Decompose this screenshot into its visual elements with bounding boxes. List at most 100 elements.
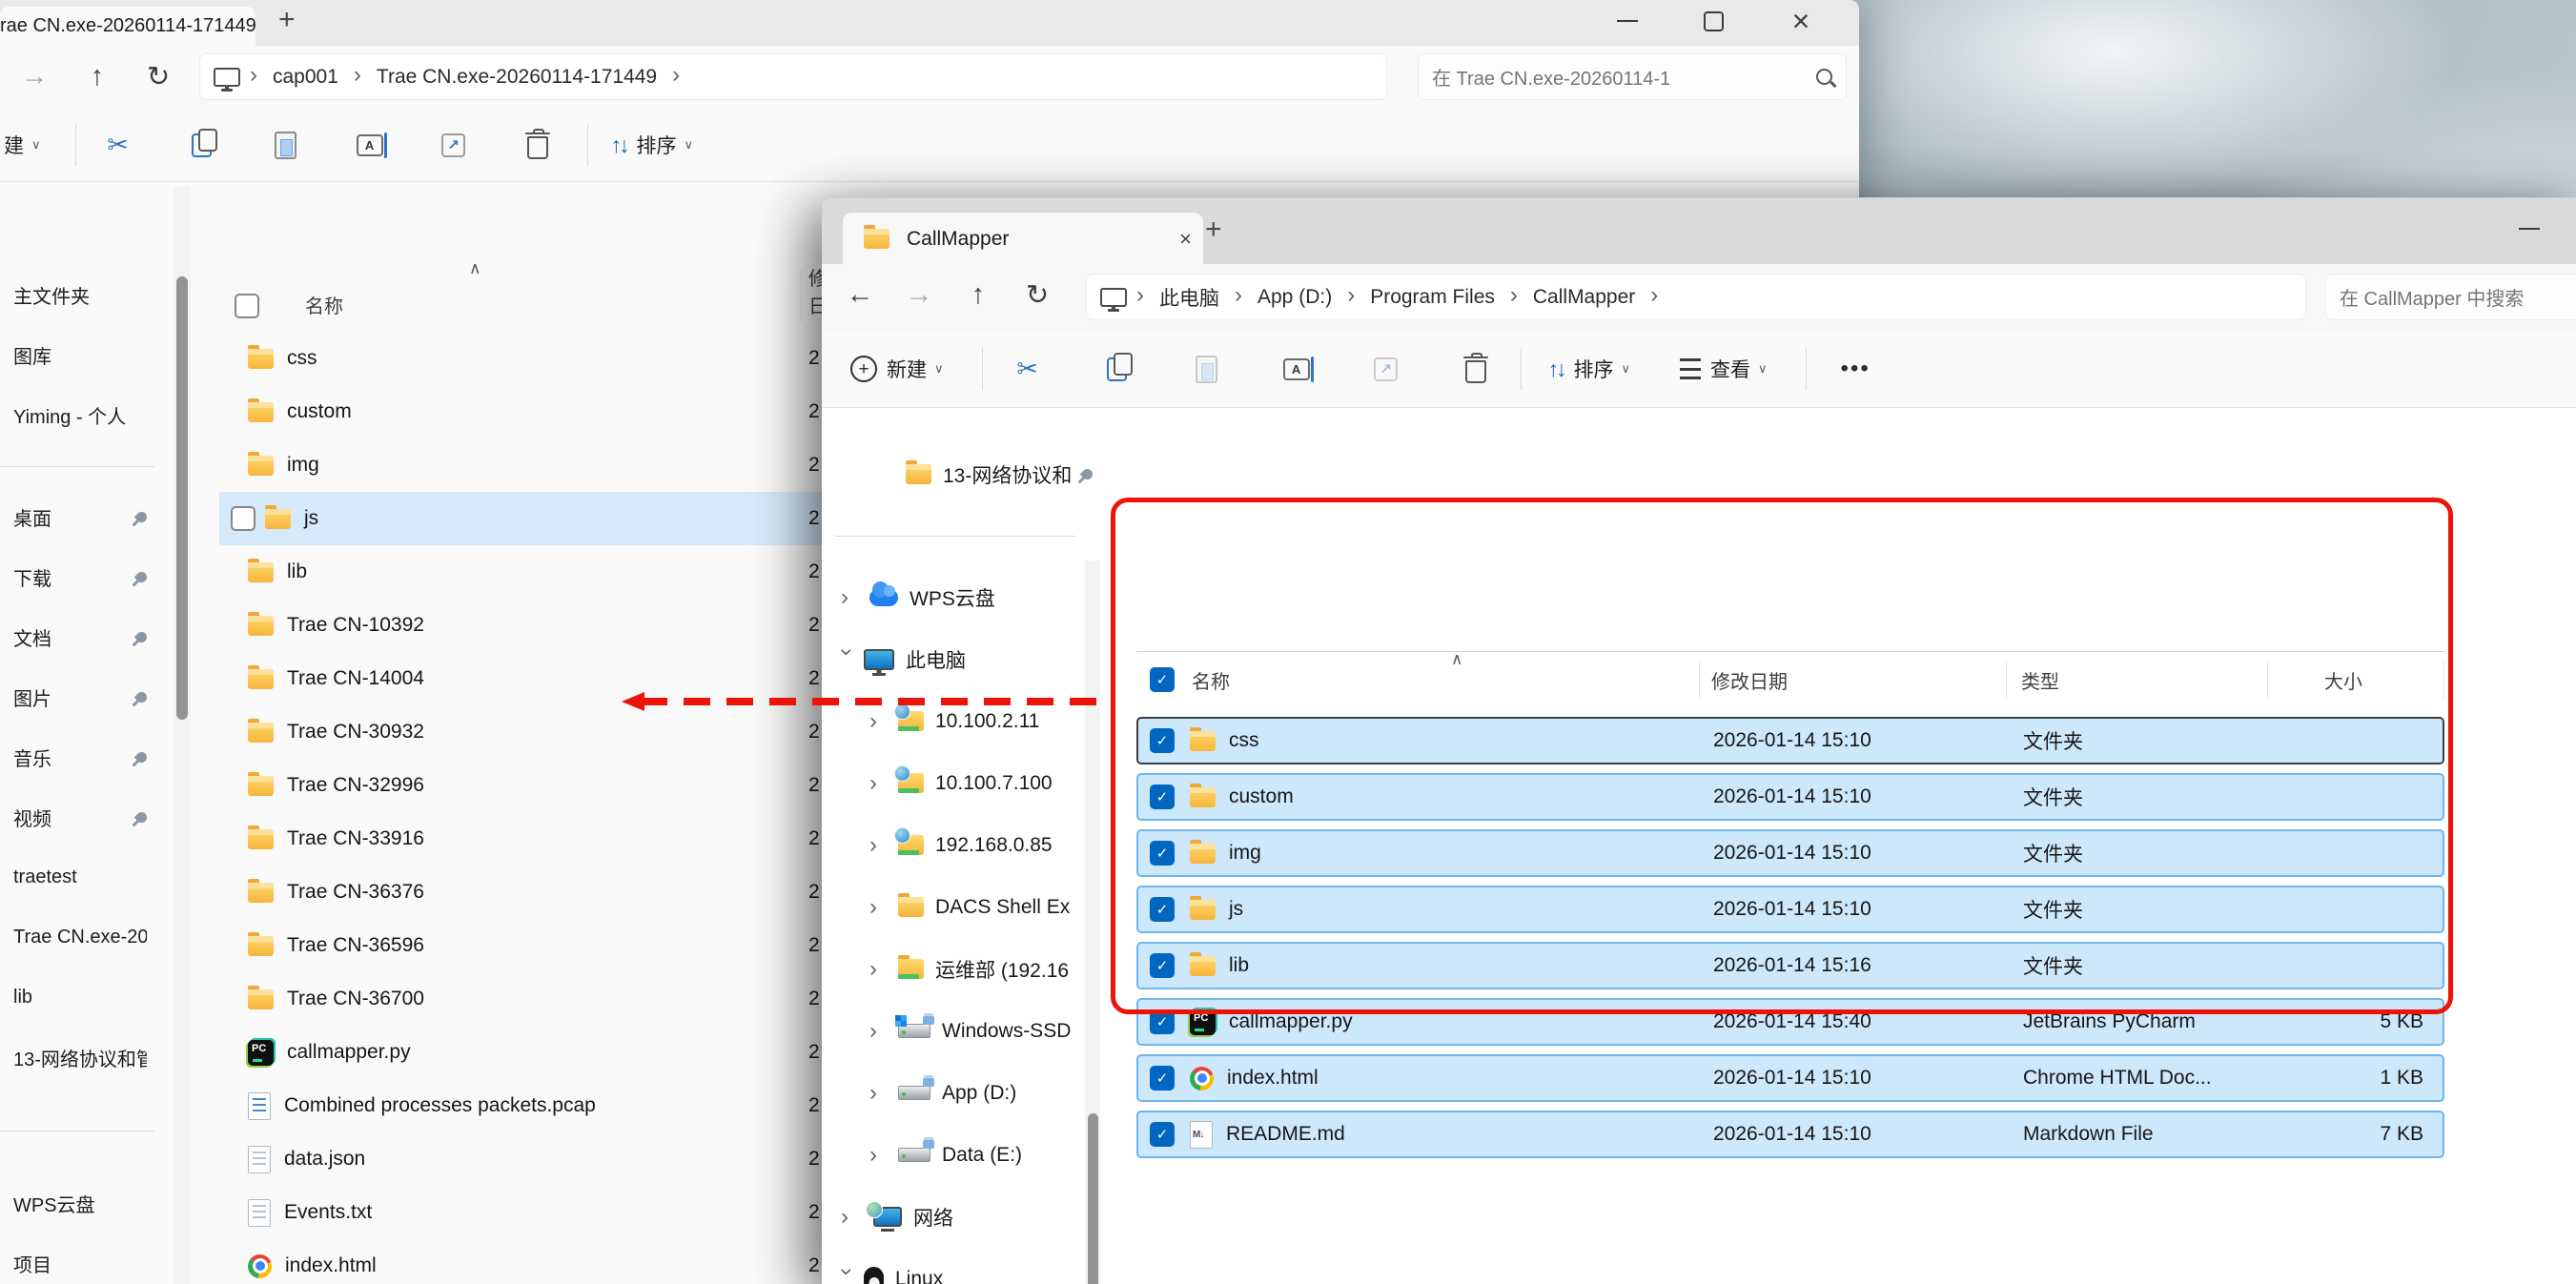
forward-button[interactable]: → (898, 274, 940, 316)
copy-button[interactable] (1073, 357, 1162, 381)
tree-item[interactable]: DACS Shell Ex (822, 876, 1100, 938)
file-row[interactable]: Events.txt 2 (219, 1186, 848, 1239)
paste-button[interactable] (1162, 356, 1252, 383)
sidebar-item[interactable] (0, 1088, 172, 1173)
address-bar[interactable]: › cap001 › Trae CN.exe-20260114-171449 › (200, 54, 1386, 99)
chevron-icon[interactable] (869, 1020, 898, 1043)
tree-item[interactable]: 192.168.0.85 (822, 814, 1100, 876)
tree-item[interactable]: WPS云盘 (822, 566, 1100, 628)
sidebar-item[interactable]: 下载 (0, 547, 172, 607)
more-options-button[interactable]: ••• (1841, 356, 1871, 382)
cut-button[interactable]: ✂ (983, 355, 1073, 384)
sidebar-item[interactable]: lib (0, 968, 172, 1028)
row-checkbox[interactable] (231, 506, 256, 531)
back-button[interactable]: ← (839, 274, 881, 316)
search-box[interactable]: 在 Trae CN.exe-20260114-1 (1419, 54, 1846, 99)
chevron-icon[interactable] (835, 648, 858, 671)
tab-callmapper[interactable]: CallMapper × (843, 213, 1203, 265)
up-button[interactable]: ↑ (76, 55, 118, 97)
tree-item[interactable]: Data (E:) (822, 1124, 1100, 1186)
paste-button[interactable] (244, 132, 328, 159)
search-box[interactable]: 在 CallMapper 中搜索 (2326, 275, 2576, 319)
refresh-button[interactable]: ↻ (137, 55, 179, 97)
view-button[interactable]: 查看 ∨ (1680, 355, 1768, 383)
copy-button[interactable] (160, 133, 244, 157)
file-row[interactable]: Trae CN-36376 2 (219, 866, 848, 919)
sidebar-item[interactable]: 视频 (0, 787, 172, 847)
share-button[interactable]: ↗ (412, 133, 496, 157)
sidebar-item[interactable]: 主文件夹 (0, 265, 172, 325)
file-row[interactable]: Trae CN-33916 2 (219, 812, 848, 866)
tree-item[interactable]: 网络 (822, 1186, 1100, 1248)
breadcrumb-callmapper[interactable]: CallMapper (1527, 286, 1641, 309)
delete-button[interactable] (1431, 356, 1521, 383)
sidebar-item[interactable]: 音乐 (0, 727, 172, 787)
sidebar-item[interactable]: 项目 (0, 1233, 172, 1284)
tree-item[interactable]: 此电脑 (822, 628, 1100, 690)
up-button[interactable]: ↑ (957, 274, 999, 316)
rename-button[interactable]: A (328, 134, 412, 156)
file-row[interactable]: data.json 2 (219, 1132, 848, 1186)
rename-button[interactable]: A (1252, 358, 1341, 380)
cut-button[interactable]: ✂ (76, 131, 160, 160)
file-row[interactable]: Trae CN-32996 2 (219, 759, 848, 812)
file-row[interactable]: Trae CN-10392 2 (219, 599, 848, 652)
breadcrumb-app-d[interactable]: App (D:) (1252, 286, 1338, 309)
forward-button[interactable]: → (13, 55, 55, 97)
sort-button[interactable]: ↑↓ 排序 ∨ (611, 131, 694, 159)
new-tab-button[interactable]: + (278, 4, 296, 36)
breadcrumb-program-files[interactable]: Program Files (1364, 286, 1501, 309)
scrollbar-thumb[interactable] (1088, 1113, 1098, 1284)
new-tab-button[interactable]: + (1205, 214, 1222, 246)
chevron-icon[interactable] (869, 958, 898, 981)
file-row[interactable]: callmapper.py 2 (219, 1026, 848, 1079)
row-checkbox[interactable] (1150, 1122, 1175, 1147)
chevron-icon[interactable] (869, 1144, 898, 1167)
file-row[interactable]: Trae CN-30932 2 (219, 705, 848, 759)
address-bar[interactable]: › 此电脑 › App (D:) › Program Files › CallM… (1087, 275, 2305, 319)
minimize-button[interactable] (2507, 208, 2551, 250)
file-row[interactable]: index.html 2026-01-14 15:10 Chrome HTML … (1136, 1054, 2444, 1102)
file-row[interactable]: Trae CN-36700 2 (219, 972, 848, 1026)
sidebar-item[interactable]: 文档 (0, 607, 172, 667)
sidebar-item[interactable] (0, 445, 172, 487)
file-row[interactable]: Combined processes packets.pcap 2 (219, 1079, 848, 1132)
tab-trae[interactable]: rae CN.exe-20260114-171449 × (0, 7, 256, 46)
breadcrumb-this-pc[interactable]: 此电脑 (1154, 283, 1225, 312)
tree-scrollbar[interactable] (1085, 560, 1100, 1284)
new-button[interactable]: 建 ∨ (4, 131, 41, 159)
tab-close-icon[interactable]: × (1179, 229, 1192, 250)
tree-item[interactable]: 运维部 (192.16 (822, 938, 1100, 1000)
file-row[interactable]: js 2 (219, 492, 848, 545)
maximize-button[interactable] (1691, 0, 1735, 42)
file-row[interactable]: Trae CN-36596 2 (219, 919, 848, 972)
file-row[interactable]: README.md 2026-01-14 15:10 Markdown File… (1136, 1111, 2444, 1158)
sidebar-item[interactable]: Trae CN.exe-20 (0, 907, 172, 968)
tree-item[interactable] (822, 505, 1100, 566)
new-button[interactable]: + 新建 ∨ (850, 355, 944, 383)
sidebar-item[interactable]: 桌面 (0, 487, 172, 547)
sidebar-item[interactable]: 图片 (0, 667, 172, 727)
sidebar-item[interactable]: traetest (0, 847, 172, 907)
tree-item[interactable]: 13-网络协议和 (822, 443, 1100, 505)
file-row[interactable]: img 2 (219, 438, 848, 492)
tree-item[interactable]: App (D:) (822, 1062, 1100, 1124)
name-column-header[interactable]: 名称 (305, 291, 343, 318)
select-all-checkbox[interactable] (235, 294, 259, 318)
minimize-button[interactable] (1605, 0, 1649, 42)
breadcrumb-cap001[interactable]: cap001 (267, 66, 344, 89)
sidebar-item[interactable]: WPS云盘 (0, 1173, 172, 1233)
breadcrumb-trae-folder[interactable]: Trae CN.exe-20260114-171449 (371, 66, 663, 89)
file-row[interactable]: index.html 2 (219, 1239, 848, 1284)
sidebar-item[interactable]: 13-网络协议和管 (0, 1028, 172, 1088)
file-row[interactable]: css 2 (219, 332, 848, 385)
chevron-icon[interactable] (869, 896, 898, 919)
tree-item[interactable]: 10.100.7.100 (822, 752, 1100, 814)
sidebar-item[interactable]: 图库 (0, 325, 172, 385)
file-row[interactable]: lib 2 (219, 545, 848, 599)
delete-button[interactable] (496, 132, 580, 159)
scrollbar-thumb[interactable] (176, 276, 188, 720)
chevron-icon[interactable] (841, 586, 869, 609)
sidebar-scrollbar[interactable] (174, 187, 191, 1284)
refresh-button[interactable]: ↻ (1016, 274, 1058, 316)
